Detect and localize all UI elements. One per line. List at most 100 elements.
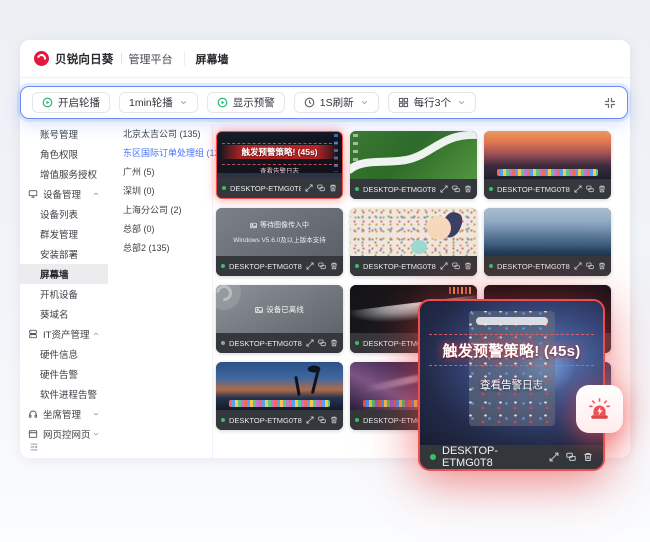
online-status-dot xyxy=(355,341,359,345)
chevron-down-icon xyxy=(92,410,100,418)
sidebar-item-label: 软件进程告警 xyxy=(40,387,97,401)
sidebar-item-it-assets[interactable]: IT资产管理 xyxy=(20,324,108,344)
collapse-sidebar-icon[interactable] xyxy=(29,442,39,452)
device-screenshot xyxy=(350,131,477,179)
refresh-interval-select[interactable]: 1S刷新 xyxy=(294,92,379,113)
delete-icon[interactable] xyxy=(464,185,472,193)
delete-icon[interactable] xyxy=(583,452,593,462)
expand-icon[interactable] xyxy=(440,262,448,270)
expand-icon[interactable] xyxy=(305,184,313,192)
group-item-selected[interactable]: 东区国际订单处理组 (12) xyxy=(108,143,212,162)
remote-control-icon[interactable] xyxy=(318,262,326,270)
alert-popup-card[interactable]: 触发预警策略! (45s) 查看告警日志 DESKTOP-ETMG0T8 xyxy=(418,299,605,471)
sidebar-item-label: 开机设备 xyxy=(40,287,78,301)
device-label-bar: DESKTOP-ETMG0T8 xyxy=(350,256,477,276)
device-label-bar: DESKTOP-ETMG0T8 xyxy=(484,256,611,276)
delete-icon[interactable] xyxy=(598,185,606,193)
collapse-arrows-icon[interactable] xyxy=(604,97,616,109)
sidebar-item-label: 设备管理 xyxy=(43,187,81,201)
sidebar-item-label: 葵域名 xyxy=(40,307,69,321)
alert-dashed-line xyxy=(222,164,337,165)
remote-control-icon[interactable] xyxy=(452,262,460,270)
delete-icon[interactable] xyxy=(464,262,472,270)
delete-icon[interactable] xyxy=(329,184,337,192)
expand-icon[interactable] xyxy=(306,339,314,347)
group-item[interactable]: 深圳 (0) xyxy=(108,181,212,200)
remote-control-icon[interactable] xyxy=(452,185,460,193)
device-screenshot: 触发预警策略! (45s) 查看告警日志 xyxy=(217,132,342,178)
sidebar-item-hardware-info[interactable]: 硬件信息 xyxy=(20,344,108,364)
device-card[interactable]: DESKTOP-ETMG0T8 xyxy=(484,131,611,199)
sidebar-item-device-list[interactable]: 设备列表 xyxy=(20,204,108,224)
remote-control-icon[interactable] xyxy=(586,262,594,270)
sidebar-item-wake-on-lan[interactable]: 开机设备 xyxy=(20,284,108,304)
expand-icon[interactable] xyxy=(574,185,582,193)
sidebar-item-roles[interactable]: 角色权限 xyxy=(20,144,108,164)
sidebar-item-value-added-auth[interactable]: 增值服务授权 xyxy=(20,164,108,184)
group-item[interactable]: 上海分公司 (2) xyxy=(108,200,212,219)
device-card[interactable]: DESKTOP-ETMG0T8 xyxy=(350,131,477,199)
per-row-select[interactable]: 每行3个 xyxy=(388,92,476,113)
sidebar-item-seat-management[interactable]: 坐席管理 xyxy=(20,404,108,424)
group-item[interactable]: 广州 (5) xyxy=(108,162,212,181)
sidebar-item-screen-wall[interactable]: 屏幕墙 xyxy=(20,264,108,284)
start-carousel-button[interactable]: 开启轮播 xyxy=(32,92,110,113)
carousel-interval-select[interactable]: 1min轮播 xyxy=(119,92,198,113)
sidebar-item-device-management[interactable]: 设备管理 xyxy=(20,184,108,204)
sidebar-item-accounts[interactable]: 账号管理 xyxy=(20,124,108,144)
device-card[interactable]: DESKTOP-ETMG0T8 xyxy=(484,208,611,276)
remote-control-icon[interactable] xyxy=(318,339,326,347)
device-screenshot xyxy=(350,208,477,256)
alarm-siren-badge[interactable] xyxy=(576,385,623,433)
remote-control-icon[interactable] xyxy=(317,184,325,192)
expand-icon[interactable] xyxy=(574,262,582,270)
online-status-dot xyxy=(222,186,226,190)
sidebar-item-kui-domain[interactable]: 葵域名 xyxy=(20,304,108,324)
sidebar-item-label: 安装部署 xyxy=(40,247,78,261)
device-label-bar: DESKTOP-ETMG0T8 xyxy=(350,179,477,199)
waiting-subtext: Windows V5.6.0及以上版本支持 xyxy=(216,234,343,244)
palm-image xyxy=(303,364,325,374)
view-alert-log-link[interactable]: 查看告警日志 xyxy=(420,377,603,392)
device-card-alert[interactable]: 触发预警策略! (45s) 查看告警日志 DESKTOP-ETMG0T8 xyxy=(216,131,343,199)
sidebar-item-label: IT资产管理 xyxy=(43,327,89,341)
group-item[interactable]: 北京太吉公司 (135) xyxy=(108,124,212,143)
device-card[interactable]: DESKTOP-ETMG0T8 xyxy=(350,208,477,276)
chevron-down-icon xyxy=(179,98,188,107)
remote-control-icon[interactable] xyxy=(586,185,594,193)
device-name: DESKTOP-ETMG0T8 xyxy=(230,184,301,193)
button-label: 开启轮播 xyxy=(58,95,100,110)
delete-icon[interactable] xyxy=(598,262,606,270)
app-header: 贝锐向日葵 管理平台 屏幕墙 xyxy=(20,40,630,78)
show-alerts-button[interactable]: 显示预警 xyxy=(207,92,285,113)
device-card[interactable]: DESKTOP-ETMG0T8 xyxy=(216,362,343,430)
device-screenshot xyxy=(216,362,343,410)
sidebar-item-software-alert[interactable]: 软件进程告警 xyxy=(20,384,108,404)
remote-control-icon[interactable] xyxy=(566,452,576,462)
online-status-dot xyxy=(430,454,436,460)
sidebar-item-web-remote[interactable]: 网页控网页 xyxy=(20,424,108,444)
sidebar-item-broadcast[interactable]: 群发管理 xyxy=(20,224,108,244)
alert-dashed-line xyxy=(429,365,594,366)
group-item[interactable]: 总部 (0) xyxy=(108,219,212,238)
sidebar-item-hardware-alert[interactable]: 硬件告警 xyxy=(20,364,108,384)
expand-icon[interactable] xyxy=(306,416,314,424)
group-item[interactable]: 总部2 (135) xyxy=(108,238,212,257)
delete-icon[interactable] xyxy=(330,339,338,347)
expand-icon[interactable] xyxy=(440,185,448,193)
delete-icon[interactable] xyxy=(330,416,338,424)
device-card-offline[interactable]: 设备已离线 DESKTOP-ETMG0T8 xyxy=(216,285,343,353)
device-screenshot: 设备已离线 xyxy=(216,285,343,333)
alert-dashed-line xyxy=(429,334,594,335)
remote-control-icon[interactable] xyxy=(318,416,326,424)
offline-text: 设备已离线 xyxy=(266,304,304,315)
expand-icon[interactable] xyxy=(549,452,559,462)
alarm-siren-icon xyxy=(586,396,613,423)
delete-icon[interactable] xyxy=(330,262,338,270)
sidebar-item-deploy[interactable]: 安装部署 xyxy=(20,244,108,264)
river-image xyxy=(350,131,477,179)
view-alert-log-link[interactable]: 查看告警日志 xyxy=(217,165,342,175)
device-card-waiting[interactable]: 等待图像传入中 Windows V5.6.0及以上版本支持 DESKTOP-ET… xyxy=(216,208,343,276)
chevron-up-icon xyxy=(92,330,100,338)
expand-icon[interactable] xyxy=(306,262,314,270)
